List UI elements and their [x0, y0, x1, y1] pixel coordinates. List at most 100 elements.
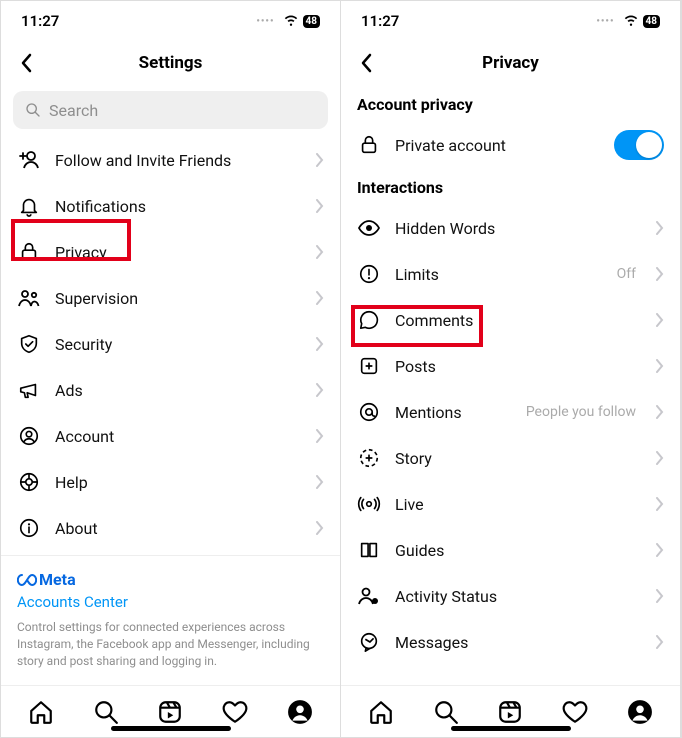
tab-home[interactable]	[367, 698, 395, 726]
shield-icon	[17, 333, 41, 355]
row-label: Activity Status	[395, 587, 642, 606]
chevron-right-icon	[656, 635, 664, 649]
row-label: Messages	[395, 633, 642, 652]
tab-search[interactable]	[92, 698, 120, 726]
comment-icon	[357, 309, 381, 331]
row-live[interactable]: Live	[341, 481, 680, 527]
row-label: Security	[55, 335, 302, 354]
chevron-right-icon	[656, 497, 664, 511]
status-time: 11:27	[21, 12, 59, 30]
chevron-right-icon	[656, 451, 664, 465]
chevron-right-icon	[316, 337, 324, 351]
chevron-right-icon	[316, 521, 324, 535]
limits-icon	[357, 263, 381, 285]
row-messages[interactable]: Messages	[341, 619, 680, 665]
privacy-screen: 11:27 •••• 48 Privacy Account privacy Pr…	[341, 1, 681, 737]
row-notifications[interactable]: Notifications	[1, 183, 340, 229]
settings-content: Search Follow and Invite Friends Notific…	[1, 85, 340, 685]
nav-header: Privacy	[341, 41, 680, 85]
row-supervision[interactable]: Supervision	[1, 275, 340, 321]
eye-icon	[357, 216, 381, 240]
person-plus-icon	[17, 148, 41, 172]
chevron-right-icon	[316, 475, 324, 489]
row-label: Comments	[395, 311, 642, 330]
search-input[interactable]: Search	[13, 91, 328, 129]
chevron-right-icon	[656, 359, 664, 373]
tab-search[interactable]	[432, 698, 460, 726]
row-trail: Off	[617, 266, 636, 282]
battery-icon: 48	[643, 15, 660, 28]
tab-home[interactable]	[27, 698, 55, 726]
chevron-right-icon	[656, 589, 664, 603]
row-follow-invite[interactable]: Follow and Invite Friends	[1, 137, 340, 183]
home-indicator	[111, 726, 231, 731]
row-account[interactable]: Account	[1, 413, 340, 459]
wifi-icon	[623, 15, 639, 27]
search-placeholder: Search	[49, 101, 98, 120]
row-security[interactable]: Security	[1, 321, 340, 367]
chevron-right-icon	[316, 153, 324, 167]
back-button[interactable]	[351, 48, 381, 78]
row-comments[interactable]: Comments	[341, 297, 680, 343]
battery-icon: 48	[303, 15, 320, 28]
story-icon	[357, 447, 381, 469]
nav-header: Settings	[1, 41, 340, 85]
tab-reels[interactable]	[496, 698, 524, 726]
tab-profile[interactable]	[626, 698, 654, 726]
messages-icon	[357, 631, 381, 653]
meta-infinity-icon	[17, 573, 37, 587]
supervision-icon	[17, 286, 41, 310]
posts-icon	[357, 355, 381, 377]
tab-profile[interactable]	[286, 698, 314, 726]
row-help[interactable]: Help	[1, 459, 340, 505]
row-guides[interactable]: Guides	[341, 527, 680, 573]
status-bar: 11:27 •••• 48	[341, 1, 680, 41]
chevron-right-icon	[316, 383, 324, 397]
bell-icon	[17, 195, 41, 217]
row-limits[interactable]: Limits Off	[341, 251, 680, 297]
private-account-toggle[interactable]	[614, 130, 664, 160]
row-label: Private account	[395, 136, 600, 155]
footer-description: Control settings for connected experienc…	[17, 619, 324, 669]
tab-activity[interactable]	[221, 698, 249, 726]
row-label: Ads	[55, 381, 302, 400]
status-right: •••• 48	[596, 15, 660, 28]
chevron-right-icon	[656, 405, 664, 419]
section-interactions: Interactions	[341, 168, 680, 205]
row-story[interactable]: Story	[341, 435, 680, 481]
chevron-right-icon	[316, 291, 324, 305]
search-icon	[25, 102, 41, 118]
at-icon	[357, 401, 381, 423]
tab-activity[interactable]	[561, 698, 589, 726]
chevron-right-icon	[316, 199, 324, 213]
back-button[interactable]	[11, 48, 41, 78]
row-privacy[interactable]: Privacy	[1, 229, 340, 275]
row-label: Mentions	[395, 403, 512, 422]
cellular-dots-icon: ••••	[256, 16, 274, 27]
privacy-content: Account privacy Private account Interact…	[341, 85, 680, 685]
accounts-center-link[interactable]: Accounts Center	[17, 593, 324, 611]
tab-reels[interactable]	[156, 698, 184, 726]
row-activity-status[interactable]: Activity Status	[341, 573, 680, 619]
row-ads[interactable]: Ads	[1, 367, 340, 413]
chevron-right-icon	[316, 429, 324, 443]
row-label: Notifications	[55, 197, 302, 216]
row-label: Account	[55, 427, 302, 446]
meta-logo: Meta	[17, 570, 324, 589]
row-label: Hidden Words	[395, 219, 642, 238]
chevron-right-icon	[656, 267, 664, 281]
megaphone-icon	[17, 379, 41, 401]
page-title: Settings	[139, 53, 203, 73]
row-hidden-words[interactable]: Hidden Words	[341, 205, 680, 251]
row-about[interactable]: About	[1, 505, 340, 551]
status-bar: 11:27 •••• 48	[1, 1, 340, 41]
row-posts[interactable]: Posts	[341, 343, 680, 389]
row-label: Live	[395, 495, 642, 514]
lock-icon	[357, 134, 381, 156]
chevron-right-icon	[656, 221, 664, 235]
row-label: About	[55, 519, 302, 538]
row-label: Follow and Invite Friends	[55, 151, 302, 170]
row-mentions[interactable]: Mentions People you follow	[341, 389, 680, 435]
row-trail: People you follow	[526, 404, 636, 420]
footer-meta: Meta Accounts Center Control settings fo…	[1, 555, 340, 679]
